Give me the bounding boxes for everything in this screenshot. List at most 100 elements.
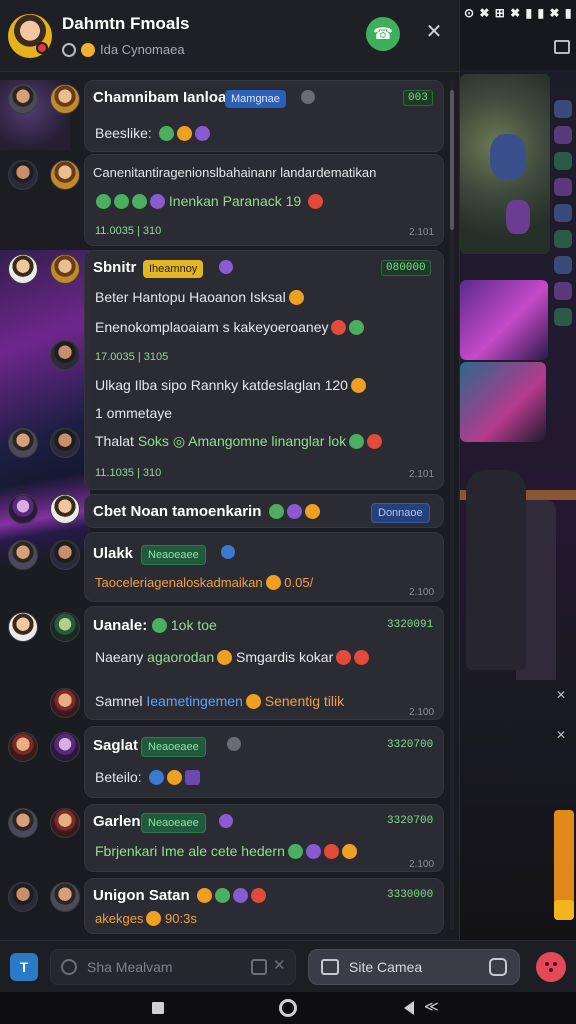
- message-text: Canenitantiragenionslbahainanr landardem…: [93, 165, 377, 180]
- avatar[interactable]: [8, 882, 38, 912]
- emoji-icon: [305, 844, 321, 859]
- avatar[interactable]: [8, 540, 38, 570]
- sender-name[interactable]: Uanale:: [93, 617, 147, 634]
- side-app-icon[interactable]: [554, 230, 572, 248]
- chat-header: Dahmtn Fmoals Ida Cynomaea ☎ ✕: [0, 0, 459, 72]
- emoji-button[interactable]: [536, 952, 566, 982]
- attach-icon[interactable]: [61, 959, 77, 975]
- message-meta: 17.0035 | 3105: [95, 351, 169, 363]
- side-app-icon[interactable]: [554, 308, 572, 326]
- avatar[interactable]: [50, 160, 80, 190]
- sender-name[interactable]: Unigon Satan: [93, 887, 266, 904]
- live-badge: [36, 42, 48, 54]
- clear-icon[interactable]: ✕: [273, 956, 286, 974]
- sender-name[interactable]: Chamnibam Ianloan: [93, 89, 236, 106]
- avatar[interactable]: [8, 494, 38, 524]
- avatar[interactable]: [8, 808, 38, 838]
- sender-name[interactable]: Saglat: [93, 737, 138, 754]
- emoji-icon: [196, 888, 212, 903]
- scrollbar-thumb[interactable]: [450, 90, 454, 230]
- message-text: Naeany agaorodan Smgardis kokar: [95, 649, 370, 665]
- message-text-line: Taoceleriagenaloskadmaikan: [95, 575, 263, 590]
- avatar[interactable]: [50, 494, 80, 524]
- avatar[interactable]: [50, 84, 80, 114]
- role-badge: Donnaoe: [371, 503, 430, 523]
- sticker-icon[interactable]: [251, 959, 267, 975]
- message-card[interactable]: Sbnitr Iheamnoy 080000 Beter Hantopu Hao…: [84, 250, 444, 490]
- avatar[interactable]: [8, 612, 38, 642]
- home-button[interactable]: [279, 999, 297, 1017]
- menu-icon[interactable]: [554, 40, 570, 54]
- role-badge: Neaoeaee: [141, 737, 206, 757]
- side-app-icon[interactable]: [554, 282, 572, 300]
- recents-button[interactable]: [152, 1002, 164, 1014]
- side-app-icon[interactable]: [554, 204, 572, 222]
- emoji-icon: [152, 618, 167, 633]
- message-reactions: Inenkan Paranack 19: [93, 193, 324, 209]
- avatar[interactable]: [50, 732, 80, 762]
- message-text: 1 ommetaye: [95, 405, 173, 421]
- bolt-icon: [221, 545, 235, 559]
- call-button[interactable]: ☎: [366, 17, 400, 51]
- message-card[interactable]: Uanale: 1ok toe 3320091 Naeany agaorodan…: [84, 606, 444, 720]
- side-yellow-tab[interactable]: [554, 900, 574, 920]
- avatar[interactable]: [8, 254, 38, 284]
- message-card[interactable]: Unigon Satan 3330000 akekges 90:3s: [84, 878, 444, 934]
- sender-name-text: Cbet Noan tamoenkarin: [93, 503, 262, 520]
- message-card[interactable]: Garlen Neaoeaee 3320700 Fbrjenkari Ime a…: [84, 804, 444, 872]
- emoji-icon: [214, 888, 230, 903]
- avatar[interactable]: [50, 882, 80, 912]
- emoji-icon: [349, 434, 365, 449]
- side-app-icon[interactable]: [554, 178, 572, 196]
- emoji-icon: [217, 650, 233, 665]
- close-icon[interactable]: ✕: [556, 688, 566, 702]
- sender-name[interactable]: Cbet Noan tamoenkarin: [93, 503, 320, 520]
- emoji-icon: [158, 126, 174, 141]
- keyboard-switch-icon[interactable]: ≪: [424, 998, 439, 1015]
- side-app-icon[interactable]: [554, 100, 572, 118]
- message-text-line: Beter Hantopu Haoanon Isksal: [95, 289, 286, 305]
- side-app-icon[interactable]: [554, 256, 572, 274]
- side-app-icon[interactable]: [554, 152, 572, 170]
- gallery-icon[interactable]: [489, 958, 507, 976]
- camera-pill-label: Site Camea: [349, 959, 423, 975]
- message-card[interactable]: Canenitantiragenionslbahainanr landardem…: [84, 154, 444, 246]
- emoji-icon: [184, 770, 200, 785]
- avatar[interactable]: [50, 540, 80, 570]
- back-button[interactable]: [404, 1001, 414, 1015]
- emoji-icon: [166, 770, 182, 785]
- text-format-button[interactable]: T: [10, 953, 38, 981]
- timestamp: 2.100: [409, 859, 435, 870]
- avatar[interactable]: [50, 428, 80, 458]
- line-prefix: Thalat: [95, 433, 134, 449]
- sender-name[interactable]: Sbnitr: [93, 259, 136, 276]
- avatar[interactable]: [50, 254, 80, 284]
- highlight-text: Senentig tilik: [264, 693, 345, 709]
- role-badge: Iheamnoy: [143, 260, 204, 278]
- avatar[interactable]: [50, 612, 80, 642]
- avatar[interactable]: [8, 160, 38, 190]
- spark-icon: [219, 814, 233, 828]
- close-icon[interactable]: ✕: [556, 728, 566, 742]
- sender-name[interactable]: Ulakk: [93, 545, 133, 562]
- message-input[interactable]: Sha Mealvam ✕: [50, 949, 296, 985]
- camera-pill-button[interactable]: Site Camea: [308, 949, 520, 985]
- avatar[interactable]: [50, 688, 80, 718]
- chat-title: Dahmtn Fmoals: [62, 14, 190, 33]
- avatar[interactable]: [8, 428, 38, 458]
- avatar[interactable]: [50, 808, 80, 838]
- avatar[interactable]: [8, 84, 38, 114]
- message-card[interactable]: Cbet Noan tamoenkarin Donnaoe: [84, 494, 444, 528]
- spark-icon: [219, 260, 233, 274]
- sender-name[interactable]: Garlen: [93, 813, 141, 830]
- message-card[interactable]: Saglat Neaoeaee 3320700 Beteilo:: [84, 726, 444, 798]
- avatar[interactable]: [50, 340, 80, 370]
- message-card[interactable]: Chamnibam Ianloan Mamgnae 003 Beeslike:: [84, 80, 444, 152]
- highlight-text: Inenkan Paranack 19: [168, 193, 302, 209]
- message-count: 3320091: [387, 619, 434, 631]
- side-app-icon[interactable]: [554, 126, 572, 144]
- close-button[interactable]: ✕: [422, 20, 446, 44]
- message-card[interactable]: Ulakk Neaoeaee Taoceleriagenaloskadmaika…: [84, 532, 444, 602]
- chat-panel: Dahmtn Fmoals Ida Cynomaea ☎ ✕ Chamnibam…: [0, 0, 460, 940]
- avatar[interactable]: [8, 732, 38, 762]
